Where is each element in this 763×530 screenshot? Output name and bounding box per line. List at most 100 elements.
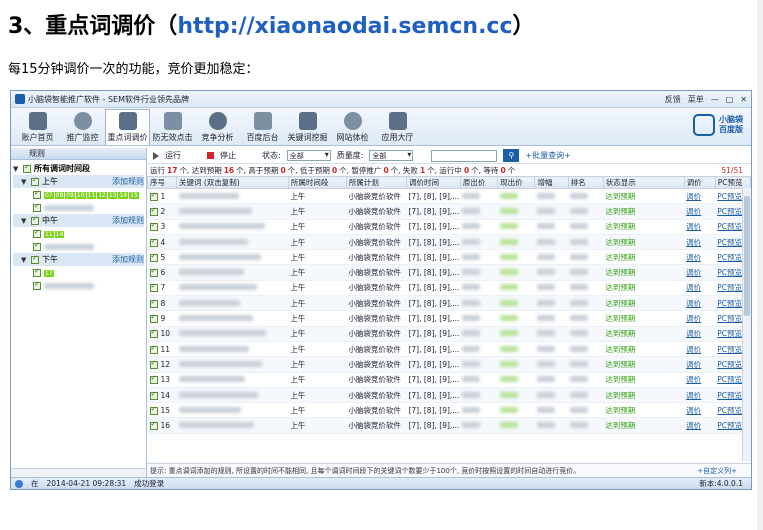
table-row[interactable]: 1上午小脑袋竞价软件[7], [8], [9],...达到预期调价PC预览 [147,188,751,205]
row-checkbox[interactable] [149,405,158,415]
checkbox[interactable] [23,163,31,173]
stop-button[interactable]: 停止 [220,150,236,161]
keyword-cell[interactable] [176,295,289,312]
tree-group-0[interactable]: ▼ 上午 添加规则 [13,175,144,188]
row-checkbox[interactable] [149,267,158,278]
column-header-8[interactable]: 排名 [567,176,604,189]
keyword-cell[interactable] [176,417,289,434]
column-header-10[interactable]: 调价 [683,176,716,189]
column-header-7[interactable]: 增幅 [534,176,569,189]
keyword-cell[interactable] [176,341,289,358]
adjust-price-link[interactable]: 调价 [684,264,716,281]
add-rule-link[interactable]: 添加规则 [112,176,144,187]
rule-detail-row[interactable] [13,279,144,292]
status-filter-select[interactable]: 全部 [286,150,331,161]
adjust-price-link[interactable]: 调价 [684,219,716,235]
column-header-3[interactable]: 所属计划 [345,176,407,189]
row-checkbox[interactable] [149,328,158,339]
keyword-cell[interactable] [176,402,289,419]
row-checkbox[interactable] [149,252,158,262]
adjust-price-link[interactable]: 调价 [684,310,716,327]
nav-item-4[interactable]: 竞争分析 [195,109,240,145]
column-header-6[interactable]: 现出价 [497,176,536,189]
column-header-11[interactable]: PC预览 [714,176,751,189]
expand-icon[interactable]: ▼ [13,165,20,173]
column-header-2[interactable]: 所属时间段 [287,176,347,189]
custom-columns-link[interactable]: +自定义列+ [697,466,737,476]
row-checkbox[interactable] [149,420,158,431]
window-control-3[interactable]: □ [726,95,734,104]
adjust-price-link[interactable]: 调价 [684,372,716,388]
keyword-cell[interactable] [176,387,289,404]
checkbox[interactable] [33,228,41,238]
checkbox[interactable] [33,189,41,199]
table-row[interactable]: 13上午小脑袋竞价软件[7], [8], [9],...达到预期调价PC预览 [147,372,751,388]
table-row[interactable]: 3上午小脑袋竞价软件[7], [8], [9],...达到预期调价PC预览 [147,219,751,235]
row-checkbox[interactable] [149,359,158,369]
window-control-4[interactable]: ✕ [740,95,747,104]
horizontal-scrollbar[interactable] [11,468,146,477]
row-checkbox[interactable] [149,313,158,324]
page-scrollbar[interactable] [757,0,763,530]
checkbox[interactable] [33,241,41,251]
row-checkbox[interactable] [149,206,158,216]
table-row[interactable]: 2上午小脑袋竞价软件[7], [8], [9],...达到预期调价PC预览 [147,203,751,220]
keyword-cell[interactable] [176,264,289,281]
checkbox[interactable] [33,202,41,212]
adjust-price-link[interactable]: 调价 [684,280,716,297]
table-row[interactable]: 11上午小脑袋竞价软件[7], [8], [9],...达到预期调价PC预览 [147,341,751,358]
table-row[interactable]: 12上午小脑袋竞价软件[7], [8], [9],...达到预期调价PC预览 [147,356,751,373]
checkbox[interactable] [33,280,41,290]
column-header-5[interactable]: 原出价 [459,176,499,189]
search-icon[interactable]: ⚲ [503,149,520,162]
expand-icon[interactable]: ▼ [21,217,28,225]
window-control-1[interactable]: 菜单 [688,94,704,105]
column-header-4[interactable]: 调价时间 [405,176,461,189]
table-row[interactable]: 14上午小脑袋竞价软件[7], [8], [9],...达到预期调价PC预览 [147,387,751,404]
table-row[interactable]: 9上午小脑袋竞价软件[7], [8], [9],...达到预期调价PC预览 [147,310,751,327]
table-row[interactable]: 6上午小脑袋竞价软件[7], [8], [9],...达到预期调价PC预览 [147,264,751,281]
adjust-price-link[interactable]: 调价 [684,249,716,266]
adjust-price-link[interactable]: 调价 [684,188,716,205]
play-icon[interactable] [153,151,159,160]
table-row[interactable]: 10上午小脑袋竞价软件[7], [8], [9],...达到预期调价PC预览 [147,326,751,342]
table-row[interactable]: 4上午小脑袋竞价软件[7], [8], [9],...达到预期调价PC预览 [147,234,751,251]
keyword-cell[interactable] [176,310,289,327]
nav-item-1[interactable]: 推广监控 [60,109,105,145]
expand-icon[interactable]: ▼ [21,256,28,264]
keyword-cell[interactable] [176,326,289,342]
tree-root[interactable]: ▼ 所有调词时间段 [13,162,144,175]
nav-item-5[interactable]: 百度后台 [240,109,285,145]
column-header-0[interactable]: 序号 [147,176,177,189]
heading-url[interactable]: http://xiaonaodai.semcn.cc [177,14,512,39]
adjust-price-link[interactable]: 调价 [684,234,716,251]
quality-filter-select[interactable]: 全部 [369,150,414,161]
row-checkbox[interactable] [149,298,158,308]
rule-row[interactable]: 070809101112131415 [13,188,144,201]
table-row[interactable]: 15上午小脑袋竞价软件[7], [8], [9],...达到预期调价PC预览 [147,402,751,419]
search-input[interactable] [431,149,498,162]
row-checkbox[interactable] [149,374,158,385]
scrollbar-thumb[interactable] [744,196,750,316]
table-row[interactable]: 8上午小脑袋竞价软件[7], [8], [9],...达到预期调价PC预览 [147,295,751,312]
row-checkbox[interactable] [149,390,158,400]
run-button[interactable]: 运行 [165,150,181,161]
add-rule-link[interactable]: 添加规则 [112,215,144,226]
expand-icon[interactable]: ▼ [21,178,28,186]
row-checkbox[interactable] [149,282,158,293]
checkbox[interactable] [33,267,41,277]
row-checkbox[interactable] [149,191,158,201]
checkbox[interactable] [31,254,39,264]
checkbox[interactable] [31,176,39,186]
table-row[interactable]: 7上午小脑袋竞价软件[7], [8], [9],...达到预期调价PC预览 [147,280,751,297]
adjust-price-link[interactable]: 调价 [684,417,716,434]
keyword-cell[interactable] [176,234,289,251]
vertical-scrollbar[interactable] [742,188,751,461]
nav-item-6[interactable]: 关键词挖掘 [285,109,330,145]
keyword-cell[interactable] [176,356,289,373]
keyword-cell[interactable] [176,188,289,205]
row-checkbox[interactable] [149,344,158,354]
rule-detail-row[interactable] [13,201,144,214]
adjust-price-link[interactable]: 调价 [684,402,716,419]
add-rule-link[interactable]: 添加规则 [112,254,144,265]
